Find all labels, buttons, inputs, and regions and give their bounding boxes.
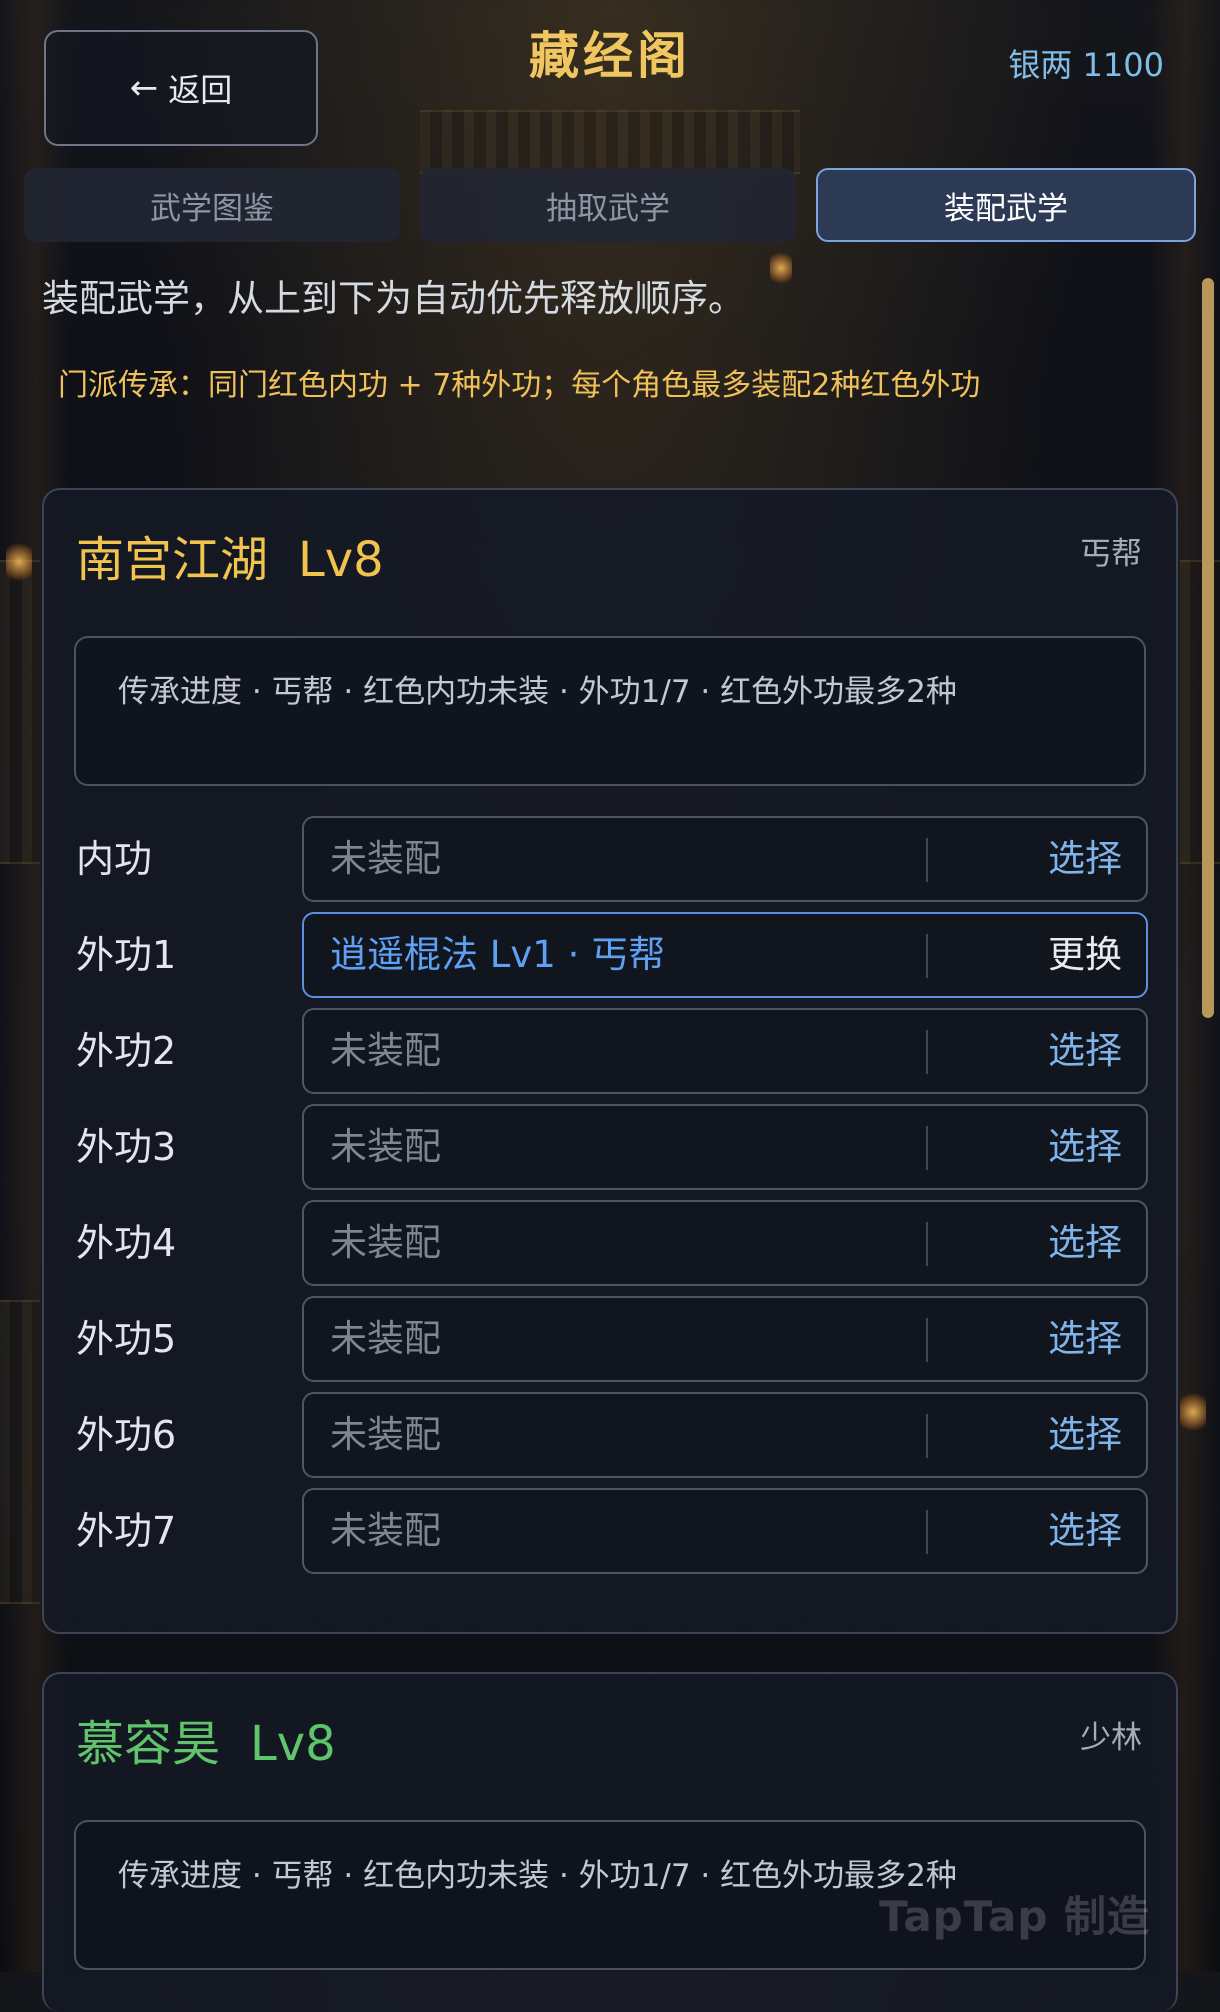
- character-name: 南宫江湖 Lv8: [76, 520, 384, 590]
- slot-divider: [926, 1222, 928, 1266]
- slot-select-button[interactable]: 选择: [1048, 818, 1122, 900]
- slot-row-outer-6: 外功6 未装配 选择: [76, 1392, 1148, 1478]
- slot-divider: [926, 1318, 928, 1362]
- slot-select-button[interactable]: 选择: [1048, 1298, 1122, 1380]
- slot-row-outer-5: 外功5 未装配 选择: [76, 1296, 1148, 1382]
- tab-equip-martial[interactable]: 装配武学: [816, 168, 1196, 242]
- slot-label: 外功3: [76, 1125, 177, 1169]
- sect-rule-text: 门派传承：同门红色内功 + 7种外功；每个角色最多装配2种红色外功: [58, 368, 981, 403]
- slot-select-button[interactable]: 选择: [1048, 1490, 1122, 1572]
- tab-draw-martial[interactable]: 抽取武学: [420, 168, 796, 242]
- slot-select-box[interactable]: 未装配 选择: [302, 1104, 1148, 1190]
- intro-text: 装配武学，从上到下为自动优先释放顺序。: [42, 277, 745, 320]
- slot-row-inner: 内功 未装配 选择: [76, 816, 1148, 902]
- slot-label: 外功1: [76, 933, 177, 977]
- inheritance-progress-text: 传承进度 · 丐帮 · 红色内功未装 · 外功1/7 · 红色外功最多2种: [118, 674, 957, 710]
- character-level: Lv8: [298, 532, 384, 588]
- slot-select-button[interactable]: 选择: [1048, 1202, 1122, 1284]
- inheritance-progress: 传承进度 · 丐帮 · 红色内功未装 · 外功1/7 · 红色外功最多2种: [74, 636, 1146, 786]
- slot-value: 逍遥棍法 Lv1 · 丐帮: [330, 933, 666, 976]
- slot-value: 未装配: [330, 1413, 441, 1456]
- slot-select-button[interactable]: 选择: [1048, 1010, 1122, 1092]
- slot-value: 未装配: [330, 1317, 441, 1360]
- slot-divider: [926, 838, 928, 882]
- slot-row-outer-3: 外功3 未装配 选择: [76, 1104, 1148, 1190]
- back-button[interactable]: ← 返回: [44, 30, 318, 146]
- slot-divider: [926, 1510, 928, 1554]
- slot-select-button[interactable]: 选择: [1048, 1106, 1122, 1188]
- taptap-watermark: TapTap 制造: [879, 1892, 1150, 1941]
- slot-select-button[interactable]: 选择: [1048, 1394, 1122, 1476]
- slot-divider: [926, 934, 928, 978]
- character-faction: 少林: [1080, 1720, 1142, 1756]
- slot-label: 外功5: [76, 1317, 177, 1361]
- tab-bar: 武学图鉴 抽取武学 装配武学: [24, 168, 1196, 242]
- character-name: 慕容昊 Lv8: [76, 1704, 336, 1774]
- slot-row-outer-4: 外功4 未装配 选择: [76, 1200, 1148, 1286]
- slot-row-outer-1: 外功1 逍遥棍法 Lv1 · 丐帮 更换: [76, 912, 1148, 998]
- silver-balance: 银两 1100: [1008, 46, 1164, 84]
- character-name-text: 南宫江湖: [76, 532, 269, 588]
- character-faction: 丐帮: [1080, 536, 1142, 572]
- slot-row-outer-7: 外功7 未装配 选择: [76, 1488, 1148, 1574]
- slot-select-box[interactable]: 逍遥棍法 Lv1 · 丐帮 更换: [302, 912, 1148, 998]
- slot-select-box[interactable]: 未装配 选择: [302, 1488, 1148, 1574]
- slot-value: 未装配: [330, 1509, 441, 1552]
- slot-value: 未装配: [330, 837, 441, 880]
- character-level: Lv8: [250, 1716, 336, 1772]
- slot-label: 外功4: [76, 1221, 177, 1265]
- slot-select-box[interactable]: 未装配 选择: [302, 1200, 1148, 1286]
- slot-divider: [926, 1030, 928, 1074]
- back-button-label: 返回: [168, 71, 233, 109]
- slot-value: 未装配: [330, 1221, 441, 1264]
- tab-martial-catalog[interactable]: 武学图鉴: [24, 168, 400, 242]
- inheritance-progress-text: 传承进度 · 丐帮 · 红色内功未装 · 外功1/7 · 红色外功最多2种: [118, 1858, 957, 1894]
- scrollbar-thumb[interactable]: [1202, 278, 1214, 1018]
- slot-value: 未装配: [330, 1125, 441, 1168]
- slot-select-box[interactable]: 未装配 选择: [302, 1392, 1148, 1478]
- slot-select-box[interactable]: 未装配 选择: [302, 816, 1148, 902]
- slot-select-box[interactable]: 未装配 选择: [302, 1296, 1148, 1382]
- slot-label: 外功7: [76, 1509, 177, 1553]
- character-card: 慕容昊 Lv8 少林 传承进度 · 丐帮 · 红色内功未装 · 外功1/7 · 红…: [42, 1672, 1178, 2012]
- character-card: 南宫江湖 Lv8 丐帮 传承进度 · 丐帮 · 红色内功未装 · 外功1/7 · …: [42, 488, 1178, 1634]
- slot-divider: [926, 1126, 928, 1170]
- slot-row-outer-2: 外功2 未装配 选择: [76, 1008, 1148, 1094]
- page-title: 藏经阁: [529, 27, 691, 85]
- slot-value: 未装配: [330, 1029, 441, 1072]
- slot-label: 内功: [76, 837, 153, 881]
- slot-label: 外功2: [76, 1029, 177, 1073]
- character-name-text: 慕容昊: [76, 1716, 221, 1772]
- slot-divider: [926, 1414, 928, 1458]
- slot-label: 外功6: [76, 1413, 177, 1457]
- slot-replace-button[interactable]: 更换: [1048, 914, 1122, 996]
- arrow-left-icon: ←: [129, 68, 159, 108]
- slot-select-box[interactable]: 未装配 选择: [302, 1008, 1148, 1094]
